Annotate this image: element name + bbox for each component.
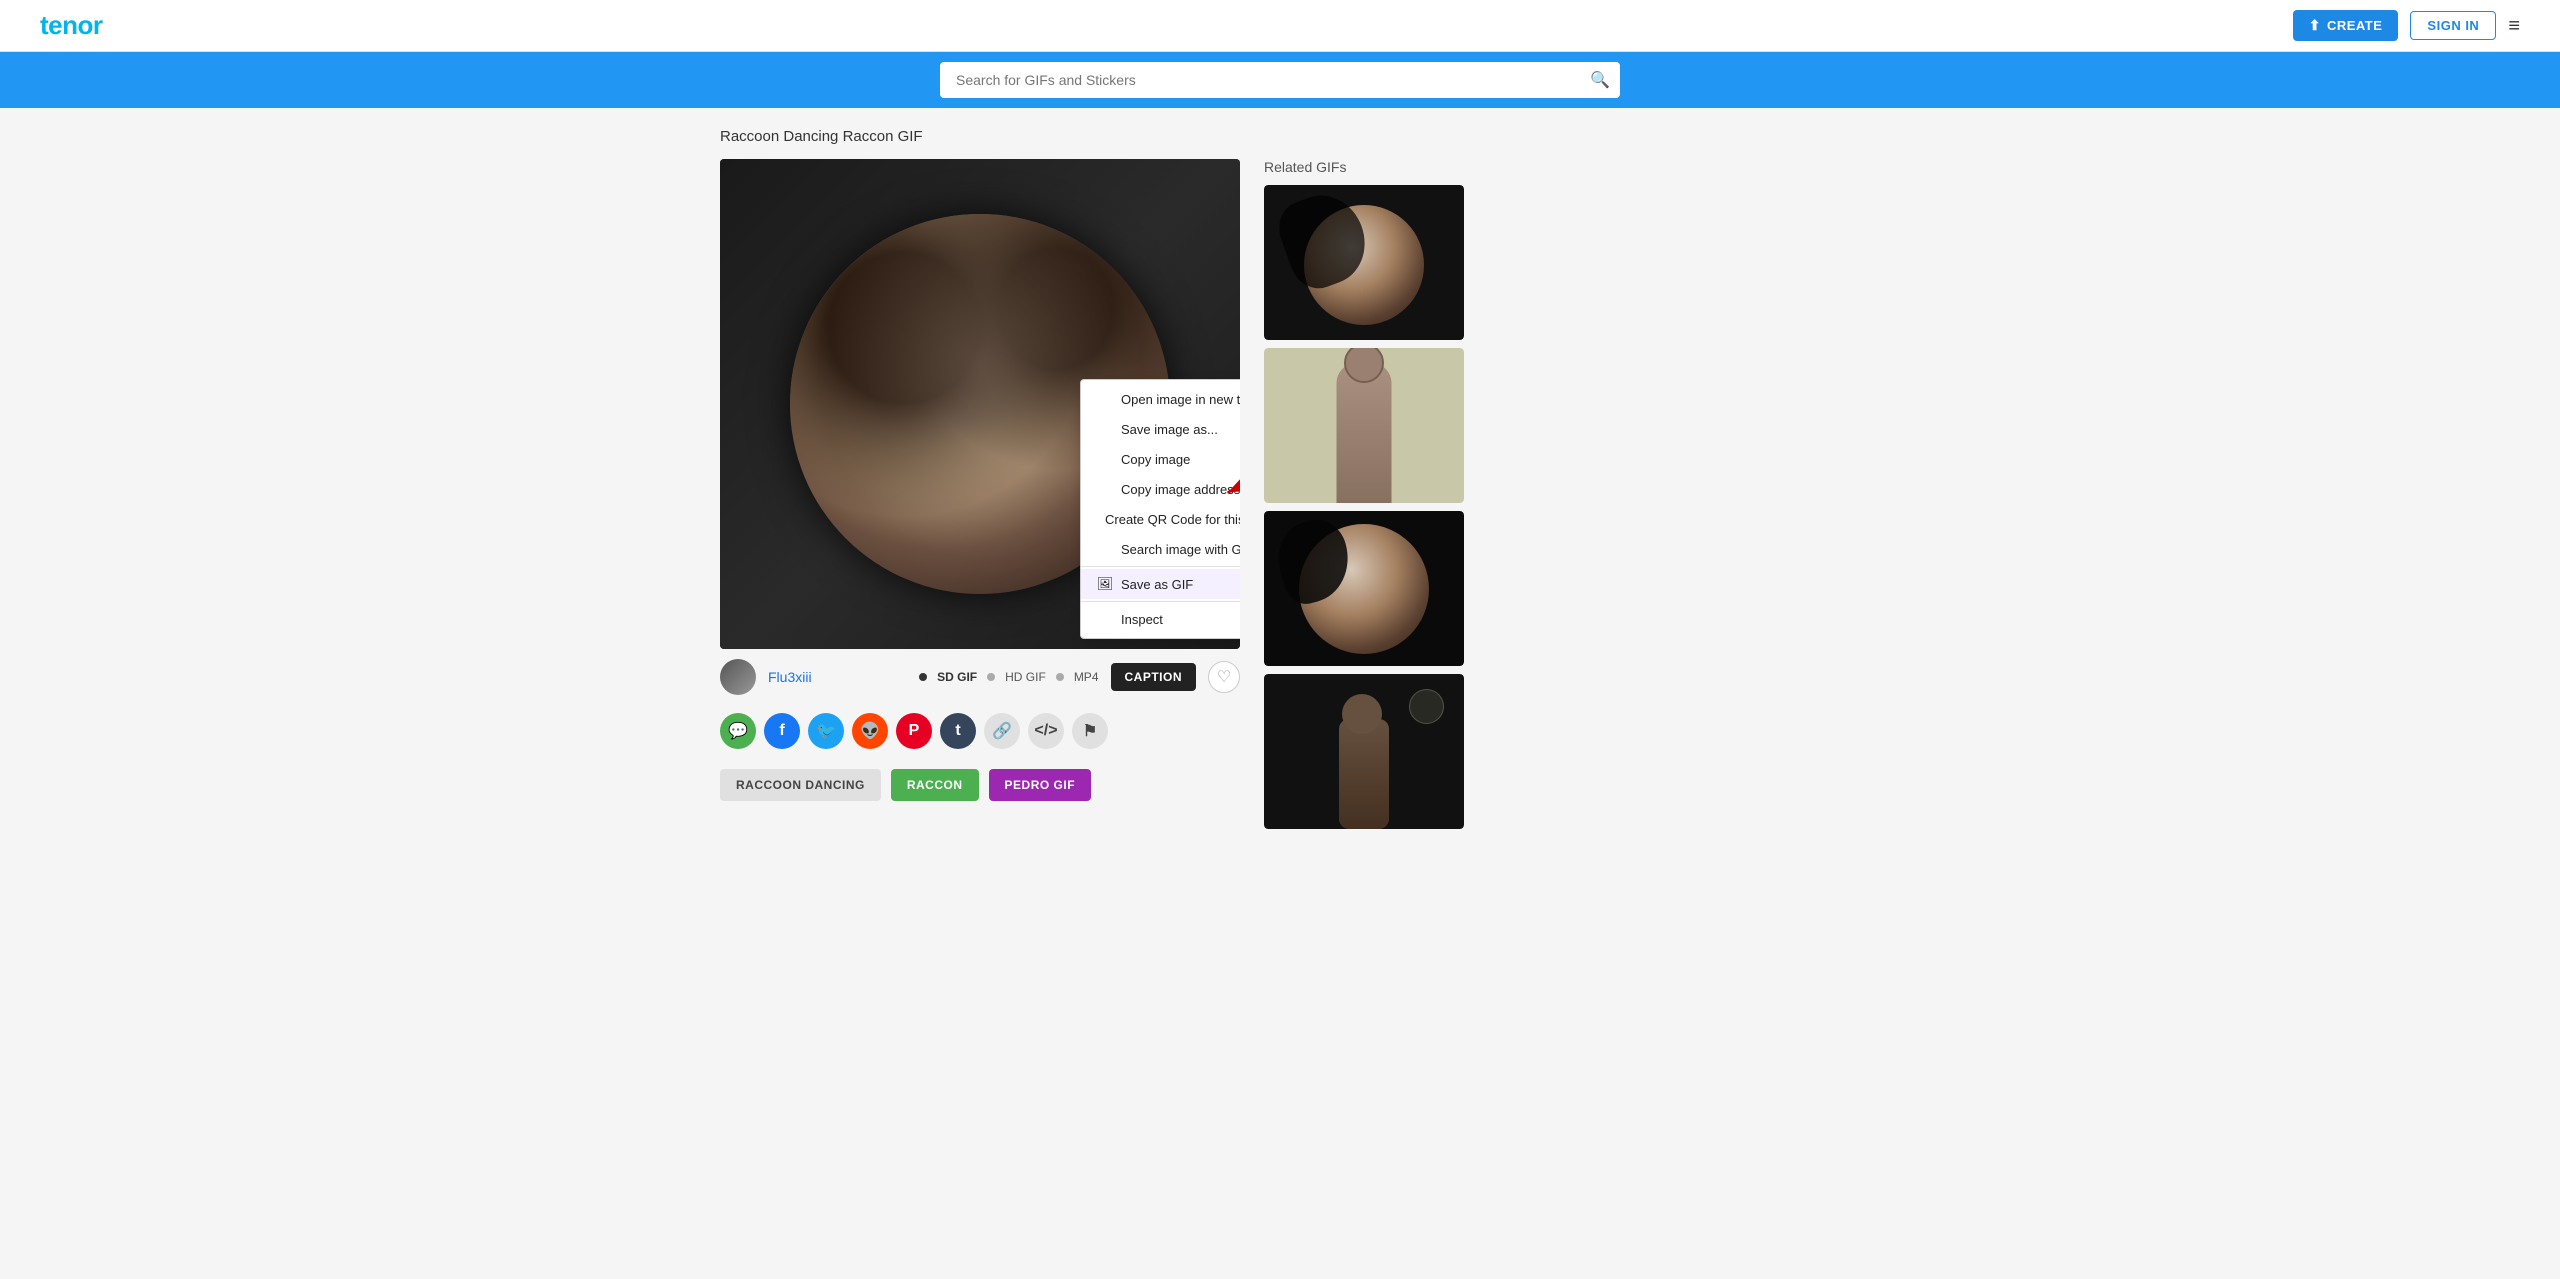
context-menu-item-copy-address[interactable]: Copy image address — [1081, 474, 1240, 504]
context-menu: Open image in new tab Save image as... C… — [1080, 379, 1240, 639]
related-gif-2[interactable] — [1264, 348, 1464, 503]
share-pinterest-button[interactable]: P — [896, 713, 932, 749]
related-gif-4[interactable] — [1264, 674, 1464, 829]
search-icon: 🔍 — [1590, 72, 1610, 89]
sd-label[interactable]: SD GIF — [937, 670, 977, 684]
context-menu-item-qr[interactable]: Create QR Code for this image — [1081, 504, 1240, 534]
tag-raccon[interactable]: RACCON — [891, 769, 979, 801]
share-facebook-button[interactable]: f — [764, 713, 800, 749]
raccoon-head-4 — [1342, 694, 1382, 734]
username-link[interactable]: Flu3xiii — [768, 669, 907, 685]
avatar-image — [720, 659, 756, 695]
copy-address-icon — [1097, 481, 1113, 497]
context-menu-item-inspect[interactable]: Inspect — [1081, 604, 1240, 634]
main-content: Raccoon Dancing Raccon GIF Open image in… — [680, 108, 1880, 857]
flag-icon: ⚑ — [1083, 721, 1097, 741]
inspect-icon — [1097, 611, 1113, 627]
related-gif-4-image — [1264, 674, 1464, 829]
header-right: ⬆ CREATE SIGN IN ≡ — [2293, 10, 2520, 41]
search-bar: 🔍 — [0, 52, 2560, 108]
context-menu-item-copy[interactable]: Copy image — [1081, 444, 1240, 474]
raccoon-body — [1337, 363, 1392, 503]
related-gif-1-image — [1264, 185, 1464, 340]
related-gif-3[interactable] — [1264, 511, 1464, 666]
messages-icon: 💬 — [728, 721, 748, 741]
format-options: SD GIF HD GIF MP4 — [919, 670, 1098, 684]
page-title: Raccoon Dancing Raccon GIF — [720, 128, 1840, 145]
hamburger-icon[interactable]: ≡ — [2508, 16, 2520, 36]
share-link-button[interactable]: 🔗 — [984, 713, 1020, 749]
google-icon — [1097, 541, 1113, 557]
signin-button[interactable]: SIGN IN — [2410, 11, 2496, 40]
share-twitter-button[interactable]: 🐦 — [808, 713, 844, 749]
gif-icon: 🖼 — [1097, 576, 1113, 592]
caption-button[interactable]: CAPTION — [1111, 663, 1197, 691]
search-input[interactable] — [940, 62, 1620, 98]
share-embed-button[interactable]: </> — [1028, 713, 1064, 749]
save-icon — [1097, 421, 1113, 437]
context-menu-item-save[interactable]: Save image as... — [1081, 414, 1240, 444]
search-container: 🔍 — [940, 62, 1620, 98]
tag-buttons: RACCOON DANCING RACCON PEDRO GIF — [720, 757, 1240, 813]
related-section: Related GIFs — [1264, 159, 1464, 837]
share-reddit-button[interactable]: 👽 — [852, 713, 888, 749]
tag-pedro-gif[interactable]: PEDRO GIF — [989, 769, 1092, 801]
hd-dot — [987, 673, 995, 681]
open-icon — [1097, 391, 1113, 407]
tumblr-icon: t — [955, 722, 960, 740]
hd-label[interactable]: HD GIF — [1005, 670, 1046, 684]
sd-dot — [919, 673, 927, 681]
related-gif-2-image — [1264, 348, 1464, 503]
avatar — [720, 659, 756, 695]
favorite-button[interactable]: ♡ — [1208, 661, 1240, 693]
logo: tenor — [40, 10, 103, 41]
context-menu-item-save-gif[interactable]: 🖼 Save as GIF — [1081, 569, 1240, 599]
search-icon-button[interactable]: 🔍 — [1590, 70, 1610, 90]
context-menu-item-search[interactable]: Search image with Google — [1081, 534, 1240, 564]
gif-container: Open image in new tab Save image as... C… — [720, 159, 1240, 649]
flag-button[interactable]: ⚑ — [1072, 713, 1108, 749]
reddit-icon: 👽 — [860, 721, 880, 741]
share-messages-button[interactable]: 💬 — [720, 713, 756, 749]
embed-icon: </> — [1034, 722, 1057, 740]
tag-raccoon-dancing[interactable]: RACCOON DANCING — [720, 769, 881, 801]
copy-icon — [1097, 451, 1113, 467]
context-menu-separator — [1081, 566, 1240, 567]
share-tumblr-button[interactable]: t — [940, 713, 976, 749]
pinterest-icon: P — [909, 722, 920, 740]
upload-icon: ⬆ — [2309, 17, 2321, 34]
context-menu-separator-2 — [1081, 601, 1240, 602]
gif-display: Open image in new tab Save image as... C… — [720, 159, 1240, 649]
gif-info-bar: Flu3xiii SD GIF HD GIF MP4 CAPTION ♡ — [720, 649, 1240, 705]
twitter-icon: 🐦 — [816, 721, 836, 741]
share-buttons: 💬 f 🐦 👽 P t 🔗 — [720, 705, 1240, 757]
facebook-icon: f — [779, 722, 784, 740]
content-layout: Open image in new tab Save image as... C… — [720, 159, 1840, 837]
link-icon: 🔗 — [992, 721, 1012, 741]
related-gif-1[interactable] — [1264, 185, 1464, 340]
heart-icon: ♡ — [1217, 667, 1231, 687]
mp4-label[interactable]: MP4 — [1074, 670, 1099, 684]
related-title: Related GIFs — [1264, 159, 1464, 175]
related-gif-3-image — [1264, 511, 1464, 666]
context-menu-item-open[interactable]: Open image in new tab — [1081, 384, 1240, 414]
moon — [1409, 689, 1444, 724]
create-button[interactable]: ⬆ CREATE — [2293, 10, 2399, 41]
raccoon-body-4 — [1339, 719, 1389, 829]
header: tenor ⬆ CREATE SIGN IN ≡ — [0, 0, 2560, 52]
gif-section: Open image in new tab Save image as... C… — [720, 159, 1240, 837]
mp4-dot — [1056, 673, 1064, 681]
